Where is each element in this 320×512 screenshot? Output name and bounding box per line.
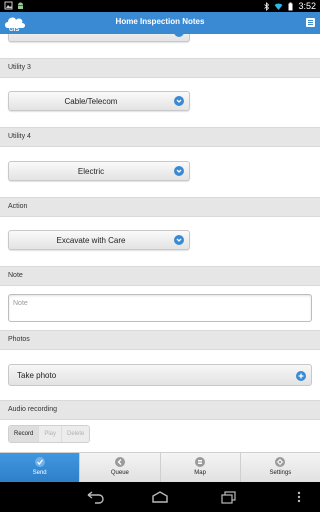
section-header-note: Note [0, 266, 320, 286]
tab-label: Queue [110, 470, 129, 476]
android-notification-icon [18, 2, 23, 9]
app-title: Home Inspection Notes [115, 17, 205, 26]
chevron-down-icon [174, 166, 184, 176]
image-notification-icon [4, 1, 13, 10]
record-button[interactable]: Record [9, 426, 40, 442]
section-label: Action [8, 203, 28, 210]
section-label: Note [8, 272, 23, 279]
play-button[interactable]: Play [39, 426, 63, 442]
section-label: Photos [8, 336, 30, 343]
section-label: Utility 4 [8, 133, 31, 140]
select-value: Excavate with Care [56, 236, 126, 245]
back-arrow-icon [114, 457, 125, 467]
delete-button[interactable]: Delete [62, 426, 90, 442]
chevron-down-icon [174, 34, 184, 37]
tab-send[interactable]: Send [0, 453, 81, 482]
section-header-photos: Photos [0, 330, 320, 350]
list-icon [195, 457, 206, 467]
tab-settings[interactable]: Settings [240, 453, 320, 482]
note-textarea[interactable]: Note [8, 294, 312, 322]
section-header-action: Action [0, 197, 320, 217]
chevron-down-icon [174, 96, 184, 106]
select-utility-3[interactable]: Cable/Telecom [8, 91, 190, 111]
note-placeholder: Note [13, 300, 28, 307]
select-value: Electric [77, 167, 105, 176]
section-label: Utility 3 [8, 64, 31, 71]
tab-label: Send [32, 470, 47, 476]
overflow-menu-button[interactable] [306, 18, 315, 27]
back-icon[interactable] [84, 490, 106, 504]
section-header-utility-4: Utility 4 [0, 127, 320, 147]
select-utility-2[interactable] [8, 34, 190, 42]
select-action[interactable]: Excavate with Care [8, 230, 190, 250]
form-content[interactable]: Utility 3 Cable/Telecom Utility 4 Electr… [0, 34, 320, 452]
recent-apps-icon[interactable] [218, 490, 240, 504]
action-bar: GIS Home Inspection Notes [0, 12, 320, 34]
gear-icon [275, 457, 286, 467]
battery-icon [288, 2, 293, 10]
tab-label: Map [194, 470, 206, 476]
section-header-utility-3: Utility 3 [0, 58, 320, 78]
bluetooth-icon [264, 1, 270, 11]
home-icon[interactable] [149, 490, 171, 504]
bottom-tab-bar: Send Queue Map Settings [0, 452, 320, 482]
tab-queue[interactable]: Queue [80, 453, 161, 482]
tab-label: Settings [269, 470, 292, 476]
tab-map[interactable]: Map [160, 453, 241, 482]
clock: 3:52 [298, 1, 316, 11]
select-utility-4[interactable]: Electric [8, 161, 190, 181]
chevron-down-icon [174, 235, 184, 245]
system-nav-bar [0, 482, 320, 512]
audio-controls: Record Play Delete [8, 425, 91, 443]
checkmark-icon [34, 457, 45, 467]
section-header-audio: Audio recording [0, 400, 320, 420]
take-photo-button[interactable]: Take photo [8, 364, 312, 386]
take-photo-label: Take photo [17, 371, 57, 380]
menu-dots-icon[interactable] [292, 490, 306, 504]
wifi-icon [274, 2, 283, 10]
plus-icon [296, 371, 306, 381]
status-bar: 3:52 [0, 0, 320, 12]
section-label: Audio recording [8, 406, 58, 413]
select-value: Cable/Telecom [64, 97, 118, 106]
svg-text:GIS: GIS [9, 27, 19, 33]
